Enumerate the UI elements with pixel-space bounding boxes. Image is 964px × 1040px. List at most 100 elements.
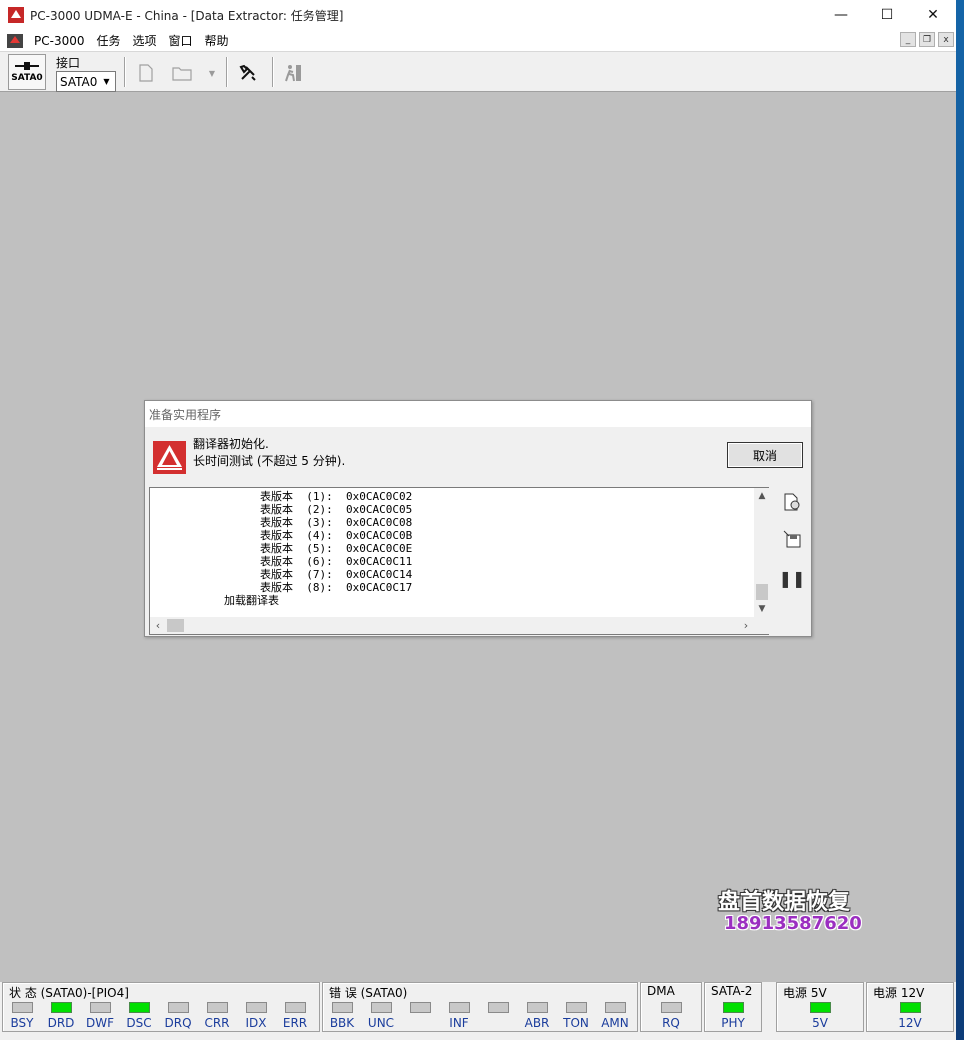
log-line: 表版本 (2): 0x0CAC0C05 bbox=[260, 503, 413, 516]
log-horizontal-scrollbar[interactable]: ‹ › bbox=[150, 617, 754, 634]
mdi-close-button[interactable]: x bbox=[938, 32, 954, 47]
toolbar-separator bbox=[272, 57, 274, 87]
status-led-label: ERR bbox=[282, 1016, 308, 1030]
new-file-icon[interactable] bbox=[136, 63, 156, 83]
status-led-label: UNC bbox=[367, 1016, 395, 1030]
pause-icon[interactable]: ❚❚ bbox=[779, 567, 806, 589]
status-led-indicator bbox=[246, 1002, 267, 1013]
status-led-label: CRR bbox=[204, 1016, 230, 1030]
log-line: 表版本 (6): 0x0CAC0C11 bbox=[260, 555, 413, 568]
interface-select[interactable]: SATA0 ▼ bbox=[56, 71, 116, 92]
menu-tasks[interactable]: 任务 bbox=[90, 32, 126, 49]
dma-group: DMA RQ bbox=[640, 982, 702, 1032]
status-submessage: 长时间测试 (不超过 5 分钟). bbox=[193, 454, 346, 468]
status-led-label: DRD bbox=[47, 1016, 75, 1030]
status-led-label: PHY bbox=[721, 1016, 745, 1030]
scroll-thumb[interactable] bbox=[756, 584, 768, 600]
toolbar: SATA0 接口 SATA0 ▼ ▼ bbox=[0, 51, 956, 92]
chevron-down-icon: ▼ bbox=[103, 77, 110, 86]
sata-port-button[interactable]: SATA0 bbox=[8, 54, 46, 90]
sata2-group: SATA-2 PHY bbox=[704, 982, 762, 1032]
scroll-right-icon[interactable]: › bbox=[738, 617, 754, 634]
scroll-left-icon[interactable]: ‹ bbox=[150, 617, 166, 634]
scroll-corner bbox=[754, 617, 770, 634]
status-led-indicator bbox=[410, 1002, 431, 1013]
status-led-indicator bbox=[12, 1002, 33, 1013]
app-logo-icon bbox=[8, 7, 24, 23]
log-vertical-scrollbar[interactable]: ▲ ▼ bbox=[754, 488, 770, 617]
status-led-indicator bbox=[207, 1002, 228, 1013]
status-led-indicator bbox=[168, 1002, 189, 1013]
dma-group-title: DMA bbox=[647, 984, 677, 998]
prepare-utility-dialog: 准备实用程序 翻译器初始化. 长时间测试 (不超过 5 分钟). 取消 表版本 … bbox=[144, 400, 812, 637]
status-group-title: 状 态 (SATA0)-[PIO4] bbox=[9, 984, 131, 1001]
menu-pc3000[interactable]: PC-3000 bbox=[28, 34, 90, 48]
open-folder-icon[interactable] bbox=[172, 63, 192, 83]
status-led-indicator bbox=[285, 1002, 306, 1013]
menu-bar: PC-3000 任务 选项 窗口 帮助 _ ❐ x bbox=[0, 30, 956, 51]
power-5v-group: 电源 5V 5V bbox=[776, 982, 864, 1032]
log-line: 加载翻译表 bbox=[224, 594, 279, 607]
status-led-indicator bbox=[723, 1002, 744, 1013]
log-line: 表版本 (1): 0x0CAC0C02 bbox=[260, 490, 413, 503]
minimize-button[interactable]: — bbox=[818, 0, 864, 30]
status-led-label: BBK bbox=[329, 1016, 355, 1030]
status-led-label: INF bbox=[449, 1016, 469, 1030]
status-message: 翻译器初始化. bbox=[193, 437, 269, 451]
mdi-child-icon[interactable] bbox=[7, 33, 23, 48]
status-led-label: DRQ bbox=[164, 1016, 192, 1030]
pc3000-logo-icon bbox=[153, 441, 186, 474]
status-led-indicator bbox=[900, 1002, 921, 1013]
status-led-indicator bbox=[605, 1002, 626, 1013]
status-led-indicator bbox=[566, 1002, 587, 1013]
exit-icon[interactable] bbox=[283, 63, 303, 83]
log-line: 表版本 (7): 0x0CAC0C14 bbox=[260, 568, 413, 581]
status-led-label: DWF bbox=[85, 1016, 114, 1030]
status-register-group: 状 态 (SATA0)-[PIO4] BSY DRD DWF DSC DRQ CRR IDX… bbox=[2, 982, 320, 1032]
close-button[interactable]: ✕ bbox=[910, 0, 956, 30]
status-led-indicator bbox=[332, 1002, 353, 1013]
mdi-minimize-button[interactable]: _ bbox=[900, 32, 916, 47]
status-led-indicator bbox=[449, 1002, 470, 1013]
log-line: 表版本 (3): 0x0CAC0C08 bbox=[260, 516, 413, 529]
menu-options[interactable]: 选项 bbox=[127, 32, 163, 49]
status-led-label: BSY bbox=[10, 1016, 34, 1030]
save-log-icon[interactable] bbox=[781, 528, 803, 550]
error-register-group: 错 误 (SATA0) BBK UNC INF ABR TON AMN bbox=[322, 982, 638, 1032]
scroll-thumb[interactable] bbox=[167, 619, 184, 632]
error-group-title: 错 误 (SATA0) bbox=[329, 984, 410, 1001]
status-led-label: 12V bbox=[898, 1016, 922, 1030]
cancel-button[interactable]: 取消 bbox=[727, 442, 803, 468]
title-bar: PC-3000 UDMA-E - China - [Data Extractor… bbox=[0, 0, 956, 30]
menu-help[interactable]: 帮助 bbox=[199, 32, 235, 49]
toolbar-separator bbox=[124, 57, 126, 87]
menu-window[interactable]: 窗口 bbox=[163, 32, 199, 49]
tools-icon[interactable] bbox=[238, 63, 258, 83]
scroll-up-icon[interactable]: ▲ bbox=[754, 488, 770, 504]
dialog-title: 准备实用程序 bbox=[145, 401, 811, 427]
status-bar: 状 态 (SATA0)-[PIO4] BSY DRD DWF DSC DRQ CRR IDX… bbox=[0, 982, 956, 1040]
status-led-indicator bbox=[661, 1002, 682, 1013]
status-led-label: DSC bbox=[126, 1016, 152, 1030]
log-line: 表版本 (8): 0x0CAC0C17 bbox=[260, 581, 413, 594]
status-led-indicator bbox=[488, 1002, 509, 1013]
open-dropdown-chevron-icon[interactable]: ▼ bbox=[202, 63, 222, 83]
desktop-edge bbox=[956, 0, 964, 1040]
status-led-indicator bbox=[129, 1002, 150, 1013]
copy-log-icon[interactable] bbox=[781, 491, 803, 513]
sata-plug-icon bbox=[15, 61, 39, 70]
log-output[interactable]: 表版本 (1): 0x0CAC0C02 表版本 (2): 0x0CAC0C05 … bbox=[149, 487, 770, 635]
watermark-title: 盘首数据恢复 bbox=[718, 890, 851, 915]
status-led-label: ABR bbox=[524, 1016, 550, 1030]
status-led-indicator bbox=[90, 1002, 111, 1013]
sata-port-label: SATA0 bbox=[11, 72, 43, 83]
maximize-button[interactable]: ☐ bbox=[864, 0, 910, 30]
scroll-down-icon[interactable]: ▼ bbox=[754, 601, 770, 617]
power-12v-group: 电源 12V 12V bbox=[866, 982, 954, 1032]
power-5v-title: 电源 5V bbox=[783, 984, 829, 1001]
log-line: 表版本 (4): 0x0CAC0C0B bbox=[260, 529, 413, 542]
window-title: PC-3000 UDMA-E - China - [Data Extractor… bbox=[30, 8, 344, 23]
status-led-label: RQ bbox=[662, 1016, 680, 1030]
mdi-restore-button[interactable]: ❐ bbox=[919, 32, 935, 47]
status-led-label: TON bbox=[563, 1016, 589, 1030]
